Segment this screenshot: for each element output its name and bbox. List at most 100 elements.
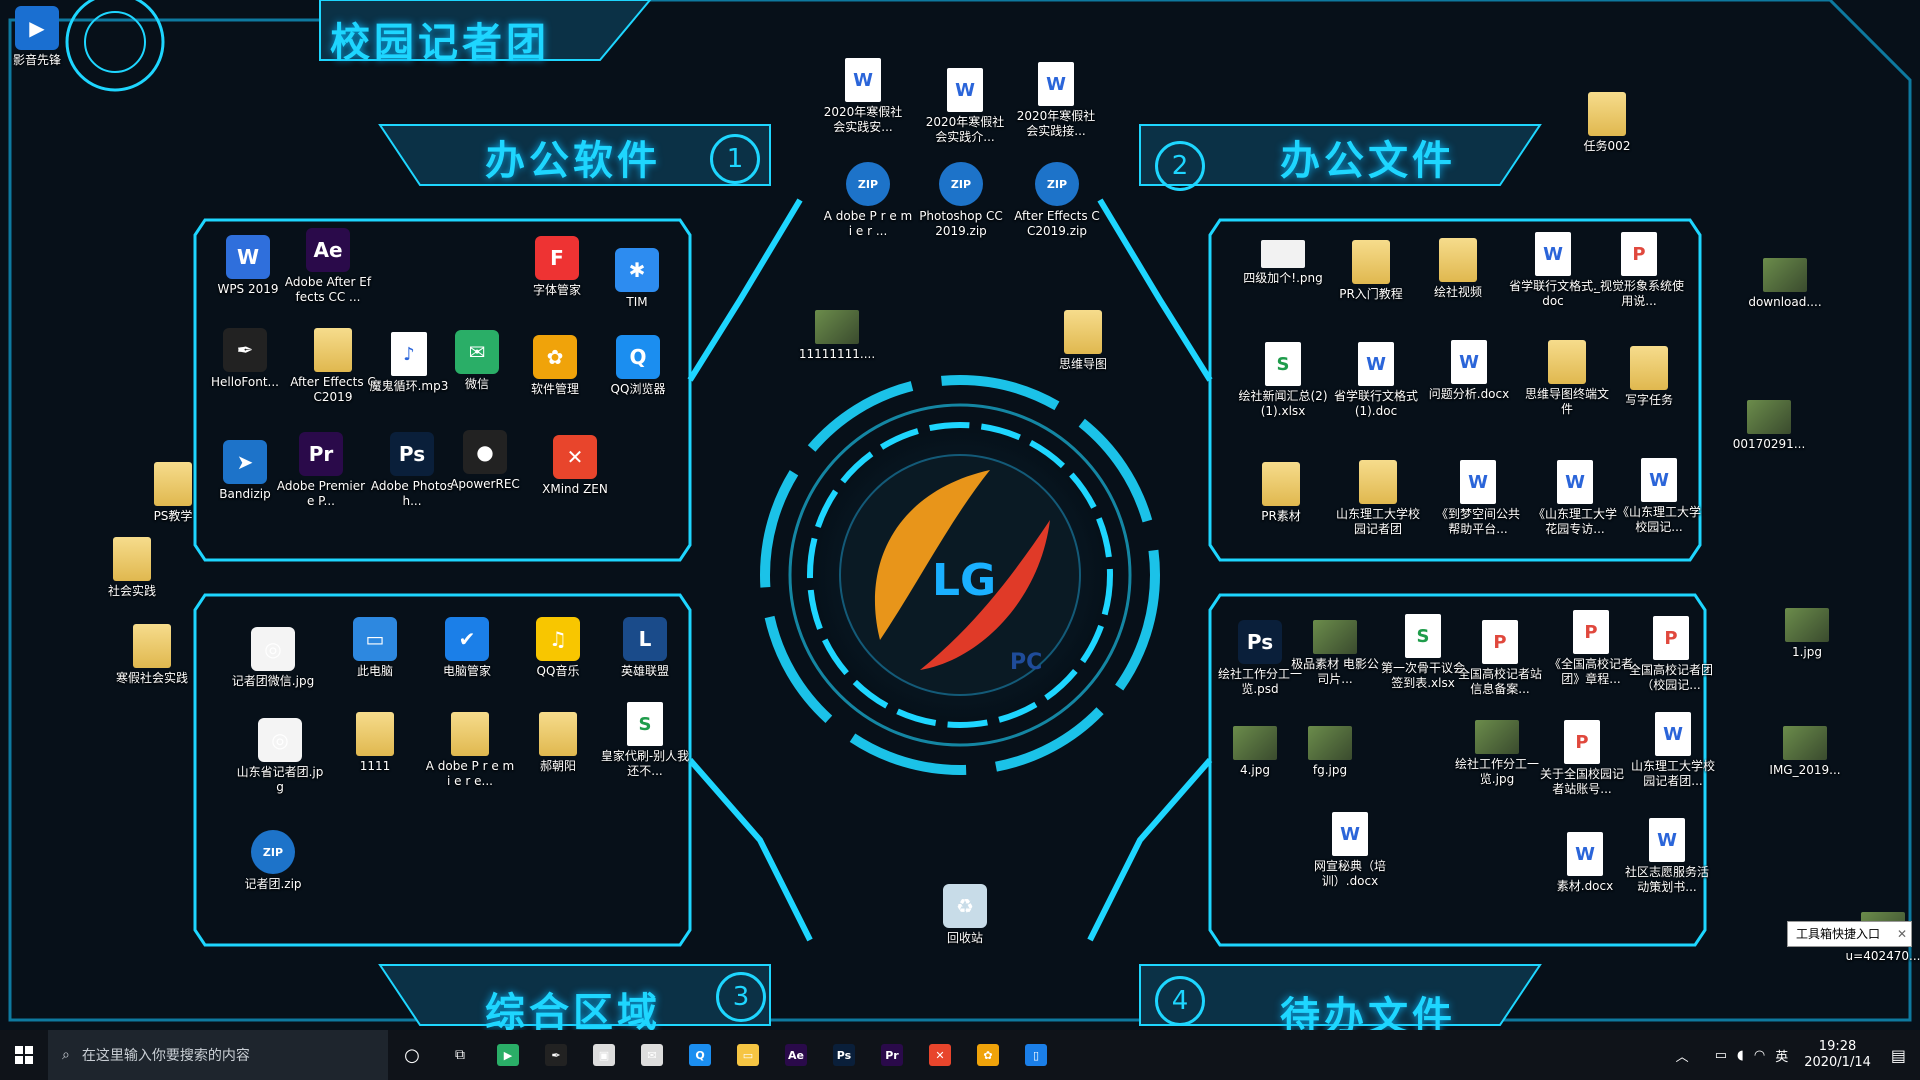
desktop-icon-scdocx[interactable]: W 素材.docx [1540,832,1630,894]
taskbar-app-qqbrowser[interactable]: Q [676,1030,724,1080]
desktop-icon-doc2020a[interactable]: W 2020年寒假社会实践安... [818,58,908,135]
taskbar-app-phone[interactable]: ▯ [1012,1030,1060,1080]
desktop-icon-sdlgzx[interactable]: W 《山东理工大学花园专访... [1530,460,1620,537]
desktop-icon-zipps[interactable]: ZIP Photoshop CC 2019.zip [916,162,1006,239]
desktop-icon-psjx[interactable]: PS教学 [128,462,218,524]
toolbox-shortcut-tooltip[interactable]: 工具箱快捷入口 ✕ [1787,921,1912,947]
task-view-button[interactable]: ⧉ [436,1030,484,1080]
notification-icon[interactable]: ▤ [1891,1046,1906,1065]
desktop-icon-label: 此电脑 [356,664,393,678]
desktop-icon-sdlgxy2[interactable]: W 山东理工大学校园记者团... [1628,712,1718,789]
battery-icon[interactable]: ▭ [1715,1048,1727,1063]
desktop-icon-hssp[interactable]: 绘社视频 [1413,238,1503,300]
desktop-icon-img1111[interactable]: 11111111.... [792,310,882,362]
desktop-icon-hjdb[interactable]: S 皇家代刷-别人我还不... [600,702,690,779]
desktop-icon-rw002[interactable]: 任务002 [1562,92,1652,154]
desktop-icon-zipae[interactable]: ZIP After Effects CC2019.zip [1012,162,1102,239]
desktop-icon-prsc[interactable]: PR素材 [1236,462,1326,524]
chevron-up-icon[interactable]: ︿ [1676,1046,1689,1065]
desktop-icon-download[interactable]: download.... [1740,258,1830,310]
desktop-icon-label: 任务002 [1583,139,1631,153]
hsgzjpg-icon [1475,720,1519,754]
desktop-icon-sjjg[interactable]: 四级加个!.png [1238,240,1328,286]
desktop-icon-tim[interactable]: ✱ TIM [592,248,682,310]
desktop-icon-swdt[interactable]: 思维导图 [1038,310,1128,372]
desktop-icon-jztzip[interactable]: ZIP 记者团.zip [228,830,318,892]
desktop-icon-label: 2020年寒假社会实践安... [823,105,903,134]
taskbar-app-store[interactable]: ▣ [580,1030,628,1080]
desktop-icon-zippr[interactable]: ZIP A dobe P r e m i e r ... [823,162,913,239]
desktop-icon-prrm[interactable]: PR入门教程 [1326,240,1416,302]
desktop-icon-ziti[interactable]: F 字体管家 [512,236,602,298]
desktop-icon-qqmusic[interactable]: ♫ QQ音乐 [513,617,603,679]
desktop-icon-sdsjz[interactable]: ◎ 山东省记者团.jpg [235,718,325,795]
taskbar-app-ae[interactable]: Ae [772,1030,820,1080]
desktop-icon-hsxw[interactable]: S 绘社新闻汇总(2)(1).xlsx [1238,342,1328,419]
taskbar-app-xmind[interactable]: ✕ [916,1030,964,1080]
desktop-icon-recycle[interactable]: ♻ 回收站 [920,884,1010,946]
desktop-icon-pr[interactable]: Pr Adobe Premiere P... [276,432,366,509]
jztzip-icon: ZIP [251,830,295,874]
taskbar-app-pr[interactable]: Pr [868,1030,916,1080]
desktop-icon-wechat[interactable]: ✉ 微信 [432,330,522,392]
desktop-icon-hcy[interactable]: 郝朝阳 [513,712,603,774]
sdlgxy2-icon: W [1655,712,1691,756]
desktop-icon-gyqg[interactable]: P 关于全国校园记者站账号... [1537,720,1627,797]
desktop-icon-doc2020c[interactable]: W 2020年寒假社会实践接... [1011,62,1101,139]
desktop-icon-wtfx[interactable]: W 问题分析.docx [1424,340,1514,402]
desktop-icon-dmkj[interactable]: W 《到梦空间公共帮助平台... [1433,460,1523,537]
desktop-icon-rjgl[interactable]: ✿ 软件管理 [510,335,600,397]
desktop-icon-wxmd[interactable]: W 网宣秘典（培训）.docx [1305,812,1395,889]
start-button[interactable] [0,1030,48,1080]
close-icon[interactable]: ✕ [1897,922,1907,946]
desktop-icon-hjshsj[interactable]: 寒假社会实践 [107,624,197,686]
taskbar-app-hellofont[interactable]: ✒ [532,1030,580,1080]
desktop-icon-j1jpg[interactable]: 1.jpg [1762,608,1852,660]
desktop-icon-xmind[interactable]: ✕ XMind ZEN [530,435,620,497]
desktop-icon-shsj[interactable]: 社会实践 [87,537,177,599]
taskbar-search-box[interactable]: ⌕ 在这里输入你要搜索的内容 [48,1030,388,1080]
desktop-icon-img2019[interactable]: IMG_2019... [1760,726,1850,778]
cortana-button[interactable]: ○ [388,1030,436,1080]
desktop-icon-doc2020b[interactable]: W 2020年寒假社会实践介... [920,68,1010,145]
desktop-icon-jpsc[interactable]: 极品素材 电影公司片... [1290,620,1380,687]
desktop-icon-sdlgxy[interactable]: W 《山东理工大学校园记... [1614,458,1704,535]
desktop-icon-sxlh1[interactable]: W 省学联行文格式(1).doc [1331,342,1421,419]
desktop-icon-adobepr2[interactable]: A dobe P r e m i e r e... [425,712,515,789]
desktop-icon-sxlh[interactable]: W 省学联行文格式.doc [1508,232,1598,309]
desktop-icon-lol[interactable]: L 英雄联盟 [600,617,690,679]
ime-indicator[interactable]: 英 [1775,1046,1788,1065]
desktop-icon-fgjpg[interactable]: fg.jpg [1285,726,1375,778]
clock[interactable]: 19:28 2020/1/14 [1804,1039,1871,1071]
desktop-icon-thispc[interactable]: ▭ 此电脑 [330,617,420,679]
volume-icon[interactable]: ◖ [1737,1048,1744,1063]
taskbar-app-explorer[interactable]: ▭ [724,1030,772,1080]
desktop-icon-xzrw[interactable]: 写字任务 [1604,346,1694,408]
desktop-icon-qggxzc[interactable]: P 《全国高校记者团》章程... [1546,610,1636,687]
desktop-icon-label: fg.jpg [1312,763,1348,777]
desktop-icon-apowerrec[interactable]: ● ApowerREC [440,430,530,492]
desktop-icon-f1111[interactable]: 1111 [330,712,420,774]
desktop-icon-sdlg[interactable]: 山东理工大学校园记者团 [1333,460,1423,537]
network-icon[interactable]: ◠ [1754,1048,1765,1063]
taskbar-app-ps[interactable]: Ps [820,1030,868,1080]
desktop-icon-jzwx[interactable]: ◎ 记者团微信.jpg [228,627,318,689]
desktop-icon-swdtzz[interactable]: 思维导图终端文件 [1522,340,1612,417]
desktop-icon-qqbrowser[interactable]: Q QQ浏览器 [593,335,683,397]
taskbar-app-software-manager[interactable]: ✿ [964,1030,1012,1080]
desktop-icon-sjxx[interactable]: P _视觉形象系统使用说... [1594,232,1684,309]
desktop-icon-label: 四级加个!.png [1243,271,1323,285]
desktop-icon-hsgzjpg[interactable]: 绘社工作分工一览.jpg [1452,720,1542,787]
desktop-icon-hellofont[interactable]: ✒ HelloFont... [200,328,290,390]
desktop-icon-wps[interactable]: W WPS 2019 [203,235,293,297]
taskbar-app-media-player[interactable]: ▶ [484,1030,532,1080]
taskbar: ⌕ 在这里输入你要搜索的内容 ○ ⧉ ▶ ✒ ▣ ✉ Q ▭ Ae Ps Pr ✕ ✿ ▯ ︿ ▭ ◖… [0,1030,1920,1080]
desktop-icon-ae[interactable]: Ae Adobe After Effects CC ... [283,228,373,305]
desktop-icon-yingyin[interactable]: ▶ 影音先锋 [0,6,82,68]
desktop-icon-sqzy[interactable]: W 社区志愿服务活动策划书... [1622,818,1712,895]
desktop-icon-i00170291[interactable]: 00170291... [1724,400,1814,452]
desktop-icon-pcmgr[interactable]: ✔ 电脑管家 [422,617,512,679]
desktop-icon-qggx[interactable]: P 全国高校记者站信息备案... [1455,620,1545,697]
taskbar-app-mail[interactable]: ✉ [628,1030,676,1080]
desktop-icon-qggxxy[interactable]: P 全国高校记者团（校园记... [1626,616,1716,693]
